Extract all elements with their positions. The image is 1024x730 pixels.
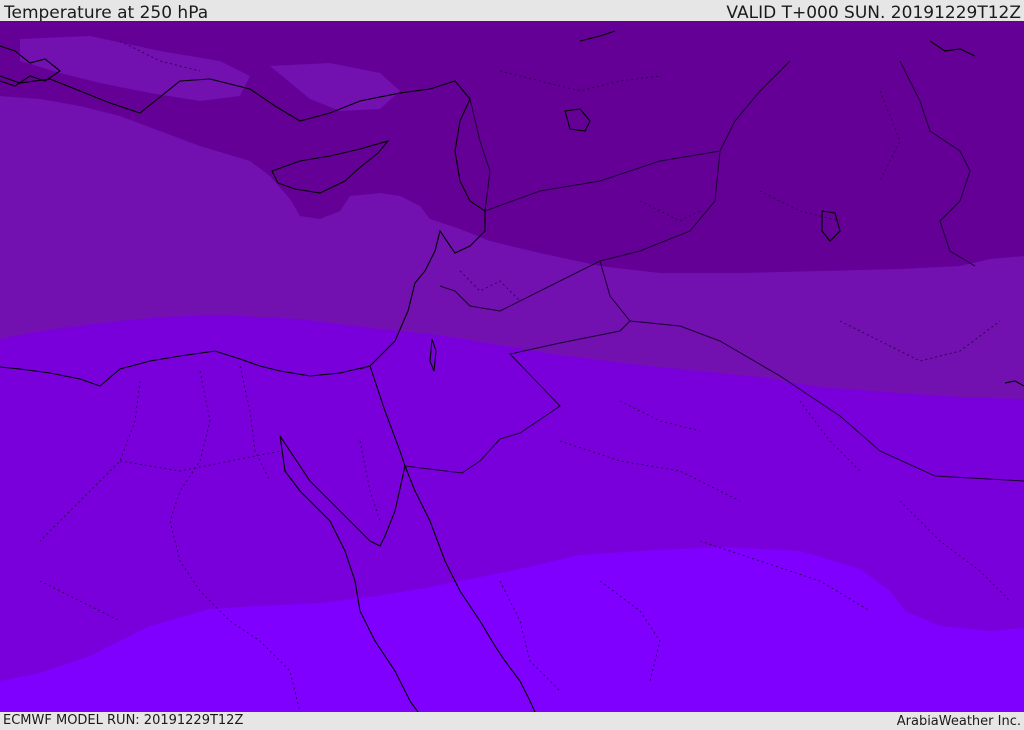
valid-time: VALID T+000 SUN. 20191229T12Z (726, 3, 1021, 23)
header-bar: Temperature at 250 hPa VALID T+000 SUN. … (0, 0, 1024, 23)
credit-text: ArabiaWeather Inc. (896, 714, 1021, 729)
footer-bar: ECMWF MODEL RUN: 20191229T12Z ArabiaWeat… (0, 712, 1024, 729)
temperature-map (0, 21, 1024, 712)
map-title: Temperature at 250 hPa (4, 3, 209, 23)
model-run: ECMWF MODEL RUN: 20191229T12Z (3, 713, 244, 728)
map-frame: Temperature at 250 hPa VALID T+000 SUN. … (0, 0, 1024, 729)
